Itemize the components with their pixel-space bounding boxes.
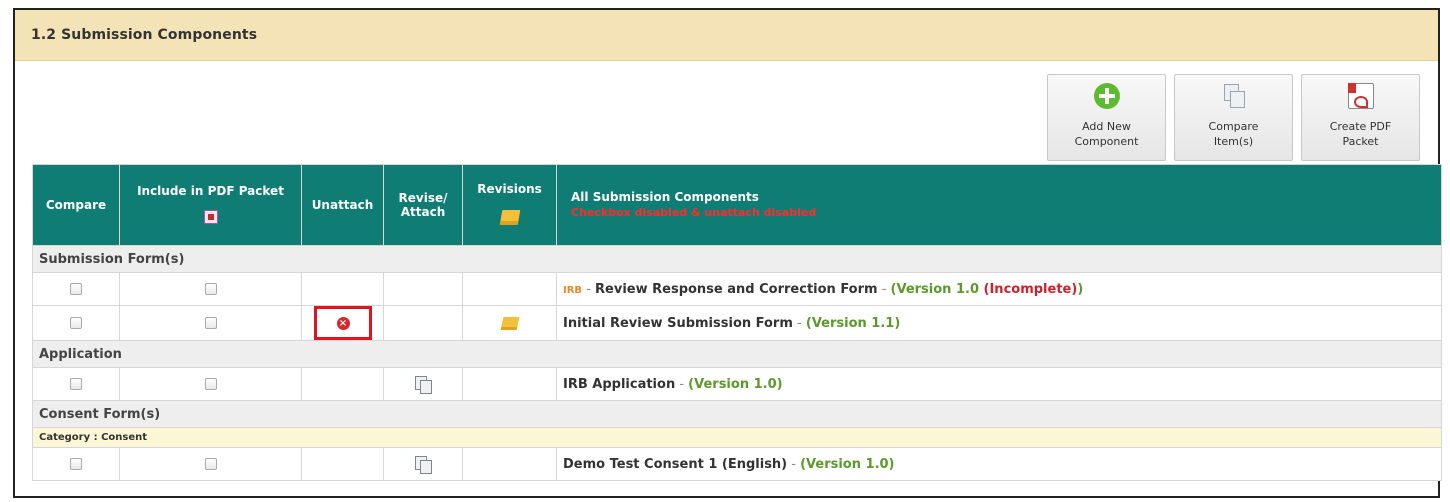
all-components-header: All Submission Components Checkbox disab… bbox=[556, 164, 1442, 246]
component-name-cell: IRB Application - (Version 1.0) bbox=[556, 367, 1442, 401]
revise-attach-header: Revise/ Attach bbox=[383, 164, 463, 246]
version-label: (Version 1.0) bbox=[688, 376, 783, 392]
disabled-warning: Checkbox disabled & unattach disabled bbox=[571, 206, 817, 219]
add-new-component-button[interactable]: Add New Component bbox=[1047, 74, 1166, 161]
section-consent-forms: Consent Form(s) bbox=[32, 400, 1442, 428]
compare-checkbox[interactable] bbox=[70, 458, 82, 470]
section-row: Submission Form(s) bbox=[32, 245, 1442, 273]
include-pdf-checkbox[interactable] bbox=[204, 378, 217, 390]
include-pdf-checkbox[interactable] bbox=[204, 317, 217, 329]
component-link[interactable]: IRB Application bbox=[563, 377, 675, 392]
component-name-cell: Initial Review Submission Form - (Versio… bbox=[556, 305, 1442, 341]
include-pdf-header-label: Include in PDF Packet bbox=[137, 183, 284, 198]
plus-circle-icon bbox=[1093, 83, 1120, 109]
version-label: (Version 1.0 bbox=[890, 281, 979, 297]
create-pdf-packet-button[interactable]: Create PDF Packet bbox=[1301, 74, 1420, 161]
compare-items-label: Compare Item(s) bbox=[1208, 120, 1259, 148]
panel-title: 1.2 Submission Components bbox=[15, 10, 1438, 61]
remove-x-icon[interactable]: × bbox=[336, 317, 350, 330]
submission-components-panel: 1.2 Submission Components Add New Compon… bbox=[13, 8, 1442, 498]
section-application: Application bbox=[32, 340, 1442, 368]
irb-tag: IRB bbox=[563, 284, 583, 296]
components-table: Compare Include in PDF Packet Unattach R… bbox=[32, 164, 1442, 481]
component-link[interactable]: Demo Test Consent 1 (English) bbox=[563, 457, 787, 472]
incomplete-status: (Incomplete) bbox=[983, 281, 1078, 297]
revisions-header: Revisions bbox=[462, 164, 557, 246]
pdf-file-icon bbox=[1347, 83, 1374, 109]
component-link[interactable]: Review Response and Correction Form bbox=[595, 282, 878, 297]
version-label: (Version 1.1) bbox=[805, 315, 901, 331]
section-row: Application bbox=[32, 340, 1442, 368]
table-row: × Initial Review Submission Form - (Vers… bbox=[32, 305, 1442, 341]
revise-pages-icon[interactable] bbox=[415, 376, 432, 394]
create-pdf-packet-label: Create PDF Packet bbox=[1329, 120, 1392, 148]
include-pdf-checkbox[interactable] bbox=[204, 283, 217, 295]
compare-items-button[interactable]: Compare Item(s) bbox=[1174, 74, 1293, 161]
section-row: Consent Form(s) bbox=[32, 400, 1442, 428]
unattach-highlight: × bbox=[313, 306, 372, 340]
compare-header: Compare bbox=[32, 164, 120, 246]
compare-checkbox[interactable] bbox=[70, 317, 82, 329]
table-row: Demo Test Consent 1 (English) - (Version… bbox=[32, 447, 1442, 481]
category-row: Category : Consent bbox=[32, 427, 1442, 448]
category-label: Category : Consent bbox=[32, 427, 1442, 448]
version-label: (Version 1.0) bbox=[800, 456, 895, 472]
component-name-cell: IRB - Review Response and Correction For… bbox=[556, 272, 1442, 306]
revisions-header-label: Revisions bbox=[477, 182, 542, 196]
folder-icon[interactable] bbox=[500, 316, 519, 330]
table-row: IRB - Review Response and Correction For… bbox=[32, 272, 1442, 306]
add-new-component-label: Add New Component bbox=[1074, 120, 1139, 148]
compare-checkbox[interactable] bbox=[70, 283, 82, 295]
component-link[interactable]: Initial Review Submission Form bbox=[563, 316, 793, 331]
folder-icon bbox=[499, 210, 520, 225]
table-row: IRB Application - (Version 1.0) bbox=[32, 367, 1442, 401]
pdf-packet-icon bbox=[203, 209, 218, 224]
compare-checkbox[interactable] bbox=[70, 378, 82, 390]
include-pdf-checkbox[interactable] bbox=[204, 458, 217, 470]
revise-pages-icon[interactable] bbox=[415, 456, 432, 474]
component-name-cell: Demo Test Consent 1 (English) - (Version… bbox=[556, 447, 1442, 481]
compare-pages-icon bbox=[1221, 83, 1247, 109]
include-pdf-header: Include in PDF Packet bbox=[119, 164, 302, 246]
unattach-header: Unattach bbox=[301, 164, 384, 246]
section-submission-forms: Submission Form(s) bbox=[32, 245, 1442, 273]
all-components-header-label: All Submission Components bbox=[571, 190, 759, 204]
toolbar: Add New Component Compare Item(s) Create… bbox=[1047, 74, 1420, 161]
